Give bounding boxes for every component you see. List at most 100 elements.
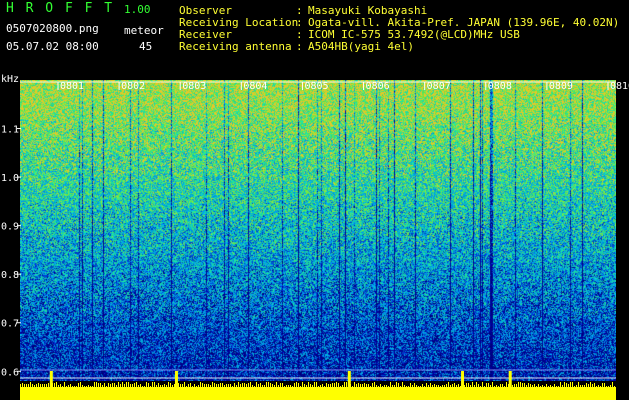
meteor-bar bbox=[366, 384, 367, 387]
meteor-bar bbox=[64, 382, 65, 387]
meteor-bar bbox=[442, 385, 443, 387]
meteor-bar bbox=[124, 384, 125, 387]
meteor-bar bbox=[174, 384, 175, 387]
meteor-bar bbox=[236, 385, 237, 387]
meteor-bar bbox=[296, 382, 297, 387]
meteor-bar bbox=[232, 386, 233, 387]
meteor-bar bbox=[598, 385, 599, 387]
meteor-bar bbox=[574, 386, 575, 387]
meteor-baseline bbox=[20, 387, 616, 400]
meteor-bar bbox=[76, 386, 77, 387]
meteor-bar bbox=[384, 385, 385, 387]
meteor-bar bbox=[482, 382, 483, 387]
meteor-bar bbox=[234, 383, 235, 387]
meteor-bar bbox=[160, 385, 161, 387]
meteor-bar bbox=[344, 382, 345, 387]
y-tick-label: 0.6 bbox=[1, 367, 19, 378]
x-tick-label: 0805 bbox=[304, 81, 328, 92]
meteor-bar bbox=[594, 383, 595, 387]
meteor-bar bbox=[428, 385, 429, 387]
meteor-bar bbox=[586, 383, 587, 387]
meteor-bar bbox=[80, 382, 81, 387]
x-tick-label: 0803 bbox=[182, 81, 206, 92]
meteor-spike bbox=[461, 371, 465, 387]
meteor-bar bbox=[460, 386, 461, 387]
meteor-bar bbox=[200, 382, 201, 387]
meteor-bar bbox=[238, 382, 239, 387]
meteor-bar bbox=[420, 386, 421, 387]
meteor-bar bbox=[240, 384, 241, 387]
meteor-bar bbox=[306, 385, 307, 387]
meteor-bar bbox=[294, 383, 295, 387]
y-axis-label: kHz bbox=[1, 74, 19, 85]
meteor-bar bbox=[352, 386, 353, 387]
meteor-bar bbox=[180, 384, 181, 387]
x-tick-label: 0810 bbox=[610, 81, 629, 92]
meteor-bar bbox=[110, 384, 111, 387]
meteor-bar bbox=[138, 385, 139, 387]
meteor-bar bbox=[546, 384, 547, 387]
meteor-bar bbox=[572, 382, 573, 387]
meteor-bar bbox=[292, 386, 293, 387]
y-tick-label: 1.1 bbox=[1, 125, 19, 136]
x-tick-label: 0808 bbox=[488, 81, 512, 92]
meteor-bar bbox=[440, 386, 441, 387]
x-tick-label: 0801 bbox=[60, 81, 84, 92]
meteor-bar bbox=[396, 382, 397, 387]
meteor-bar bbox=[432, 385, 433, 387]
meteor-bar bbox=[600, 386, 601, 387]
meteor-bar bbox=[116, 385, 117, 387]
meteor-bar bbox=[536, 386, 537, 387]
meteor-bar bbox=[324, 386, 325, 387]
meteor-bar bbox=[90, 386, 91, 387]
meteor-bar bbox=[172, 385, 173, 387]
meteor-bar bbox=[486, 383, 487, 387]
meteor-bar bbox=[48, 383, 49, 387]
meteor-bar bbox=[26, 384, 27, 387]
meteor-bar bbox=[312, 385, 313, 387]
meteor-bar bbox=[162, 385, 163, 387]
meteor-bar bbox=[540, 386, 541, 387]
meteor-bar bbox=[334, 383, 335, 387]
meteor-bar bbox=[370, 386, 371, 387]
meteor-bar bbox=[518, 382, 519, 387]
meteor-bar bbox=[358, 383, 359, 387]
meteor-bar bbox=[146, 382, 147, 387]
meteor-bar bbox=[46, 384, 47, 387]
meteor-bar bbox=[554, 384, 555, 387]
meteor-bar bbox=[534, 384, 535, 387]
meteor-bar bbox=[418, 386, 419, 387]
meteor-bar bbox=[490, 385, 491, 387]
meteor-bar bbox=[58, 385, 59, 387]
y-tick-label: 0.7 bbox=[1, 319, 19, 330]
meteor-bar bbox=[308, 382, 309, 387]
meteor-bar bbox=[130, 384, 131, 387]
meteor-bar bbox=[368, 384, 369, 387]
meteor-bar bbox=[330, 384, 331, 387]
meteor-bar bbox=[524, 383, 525, 387]
meteor-bar bbox=[72, 386, 73, 387]
meteor-bar bbox=[248, 383, 249, 387]
meteor-spike bbox=[347, 371, 351, 387]
meteor-bar bbox=[408, 386, 409, 387]
meteor-bar bbox=[452, 384, 453, 387]
meteor-bar bbox=[266, 382, 267, 387]
meteor-bar bbox=[438, 385, 439, 387]
meteor-bar bbox=[120, 384, 121, 387]
meteor-bar bbox=[602, 383, 603, 387]
meteor-bar bbox=[592, 384, 593, 387]
meteor-bar bbox=[170, 383, 171, 387]
meteor-bar bbox=[474, 385, 475, 387]
x-tick-label: 0807 bbox=[427, 81, 451, 92]
meteor-bar bbox=[300, 386, 301, 387]
meteor-bar bbox=[262, 385, 263, 387]
meteor-bar bbox=[406, 386, 407, 387]
meteor-bar bbox=[28, 384, 29, 387]
meteor-bar bbox=[154, 382, 155, 387]
meteor-bar bbox=[66, 386, 67, 387]
meteor-bar bbox=[210, 385, 211, 387]
meteor-bar bbox=[360, 384, 361, 387]
meteor-bar bbox=[186, 386, 187, 387]
meteor-bar bbox=[532, 385, 533, 387]
meteor-bar bbox=[492, 382, 493, 387]
